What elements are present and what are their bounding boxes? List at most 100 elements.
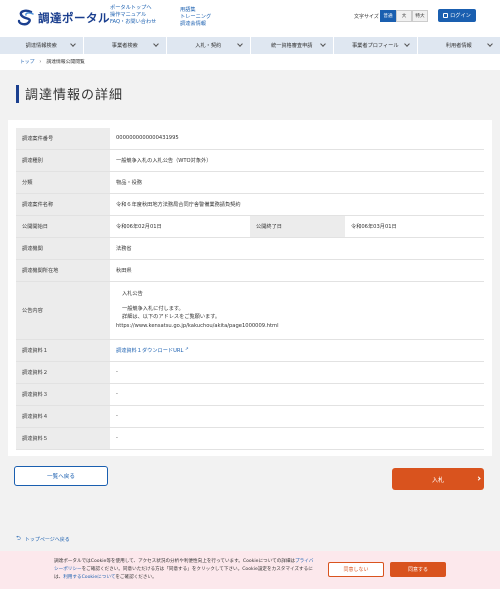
header-links-secondary: 用語集 トレーニング 調達会情報 [180,7,211,28]
start-date-value: 令和06年02月01日 [110,215,250,238]
back-to-top-label: トップページへ戻る [24,536,70,543]
case-name-label: 調達案件名称 [16,193,110,216]
back-to-top-link[interactable]: ⮌ トップページへ戻る [16,534,70,544]
table-row: 調達資料２ - [16,361,484,384]
back-to-list-button[interactable]: 一覧へ戻る [14,466,108,486]
start-date-label: 公開開始日 [16,215,110,238]
title-accent-bar [16,84,19,103]
chevron-down-icon [487,41,493,47]
meeting-info-link[interactable]: 調達会情報 [180,21,211,28]
external-link-icon: ↗ [185,346,189,352]
doc2-value: - [110,361,484,384]
category-value: 物品・役務 [110,171,484,194]
nav-item-label: 事業者プロフィール [351,43,399,49]
nav-item-qualification[interactable]: 統一資格審査申請 [251,37,334,54]
detail-table: 調達案件番号 0000000000000431995 調達種別 一般競争入札の入… [16,128,484,450]
nav-item-label: 入札・契約 [195,43,222,49]
font-size-xlarge-button[interactable]: 特大 [412,10,428,22]
chevron-down-icon [153,41,159,47]
cookie-text: 調達ポータルではCookie等を使用して、アクセス状況の分析や利便性向上を行って… [54,558,316,582]
glossary-link[interactable]: 用語集 [180,7,211,14]
type-label: 調達種別 [16,149,110,172]
chevron-down-icon [236,41,243,47]
doc4-value: - [110,405,484,428]
table-row: 公開開始日 令和06年02月01日 公開終了日 令和06年03月01日 [16,215,484,238]
login-button[interactable]: ログイン [438,9,476,22]
cookie-text-part: をご確認ください。 [115,575,157,580]
font-size-switcher: 普通 大 特大 [380,10,428,22]
main-nav: 調達情報検索 事業者検索 入札・契約 統一資格審査申請 事業者プロフィール 利用… [0,37,500,54]
breadcrumb: トップ › 調達情報公開閲覧 [20,58,85,66]
faq-link[interactable]: FAQ・お問い合わせ [110,19,156,26]
nav-item-business-search[interactable]: 事業者検索 [84,37,167,54]
end-date-label: 公開終了日 [250,215,345,238]
font-size-normal-button[interactable]: 普通 [380,10,396,22]
doc1-label: 調達資料１ [16,339,110,362]
doc1-download-link[interactable]: 調達資料１ダウンロードURL [116,348,183,354]
case-number-value: 0000000000000431995 [110,128,484,150]
training-link[interactable]: トレーニング [180,14,211,21]
site-header: 調達ポータル ポータルトップへ 操作マニュアル FAQ・お問い合わせ 用語集 ト… [0,0,500,36]
chevron-right-icon [476,476,481,481]
end-date-value: 令和06年03月01日 [345,215,484,238]
cookie-text-part: 調達ポータルではCookie等を使用して、アクセス状況の分析や利便性向上を行って… [54,559,296,564]
table-row: 調達資料３ - [16,383,484,406]
nav-item-label: 利用者情報 [445,43,472,49]
cookie-decline-button[interactable]: 同意しない [328,562,384,577]
table-row: 調達種別 一般競争入札の入札公告（WTO対象外） [16,149,484,172]
portal-top-link[interactable]: ポータルトップへ [110,5,156,12]
cookie-accept-button[interactable]: 同意する [390,562,446,577]
chevron-down-icon [69,41,76,47]
page-title: 調達情報の詳細 [25,88,124,103]
nav-item-procurement-search[interactable]: 調達情報検索 [0,37,84,54]
doc2-label: 調達資料２ [16,361,110,384]
login-icon [443,13,449,18]
header-links-primary: ポータルトップへ 操作マニュアル FAQ・お問い合わせ [110,5,156,26]
table-row: 調達機関 法務省 [16,237,484,260]
table-row: 調達案件名称 令和６年度秋田地方法務局合同庁舎警備業務請負契約 [16,193,484,216]
nav-item-bid-contract[interactable]: 入札・契約 [167,37,251,54]
content-url: https://www.kensatsu.go.jp/kakuchou/akit… [116,323,279,329]
nav-item-label: 事業者検索 [111,43,138,49]
nav-item-business-profile[interactable]: 事業者プロフィール [334,37,418,54]
category-label: 分類 [16,171,110,194]
site-logo[interactable]: 調達ポータル [16,9,110,27]
detail-panel: 調達案件番号 0000000000000431995 調達種別 一般競争入札の入… [8,120,492,456]
nav-item-user-info[interactable]: 利用者情報 [418,37,500,54]
return-arrow-icon: ⮌ [16,535,21,542]
logo-mark-icon [17,9,34,26]
doc3-value: - [110,383,484,406]
doc4-label: 調達資料４ [16,405,110,428]
table-row: 調達資料１ 調達資料１ダウンロードURL ↗ [16,339,484,362]
content-value: 入札公告 一般競争入札に付します。 詳細は、以下のアドレスをご覧願います。 ht… [110,281,484,340]
breadcrumb-home[interactable]: トップ [20,58,34,65]
cookie-settings-link[interactable]: 利用するCookieについて [63,575,115,580]
font-size-label: 文字サイズ [354,14,379,20]
agency-label: 調達機関 [16,237,110,260]
table-row: 公告内容 入札公告 一般競争入札に付します。 詳細は、以下のアドレスをご覧願いま… [16,281,484,340]
table-row: 調達資料５ - [16,427,484,450]
nav-item-label: 調達情報検索 [25,43,57,49]
nav-item-label: 統一資格審査申請 [270,43,313,49]
table-row: 調達案件番号 0000000000000431995 [16,128,484,150]
doc1-value: 調達資料１ダウンロードURL ↗ [110,339,484,362]
content-text: 入札公告 一般競争入札に付します。 詳細は、以下のアドレスをご覧願います。 [116,291,478,321]
chevron-down-icon [403,41,410,47]
doc5-value: - [110,427,484,450]
bid-label: 入札 [431,476,445,484]
case-number-label: 調達案件番号 [16,128,110,150]
location-value: 秋田県 [110,259,484,282]
content-line [122,299,478,307]
agency-value: 法務省 [110,237,484,260]
page-title-wrap: 調達情報の詳細 [16,84,123,103]
bid-button[interactable]: 入札 [392,468,484,490]
table-row: 調達資料４ - [16,405,484,428]
manual-link[interactable]: 操作マニュアル [110,12,156,19]
content-label: 公告内容 [16,281,110,340]
chevron-right-icon: › [39,58,42,65]
doc5-label: 調達資料５ [16,427,110,450]
content-line: 一般競争入札に付します。 [122,306,184,312]
content-line: 詳細は、以下のアドレスをご覧願います。 [122,313,221,320]
font-size-large-button[interactable]: 大 [396,10,412,22]
type-value: 一般競争入札の入札公告（WTO対象外） [110,149,484,172]
